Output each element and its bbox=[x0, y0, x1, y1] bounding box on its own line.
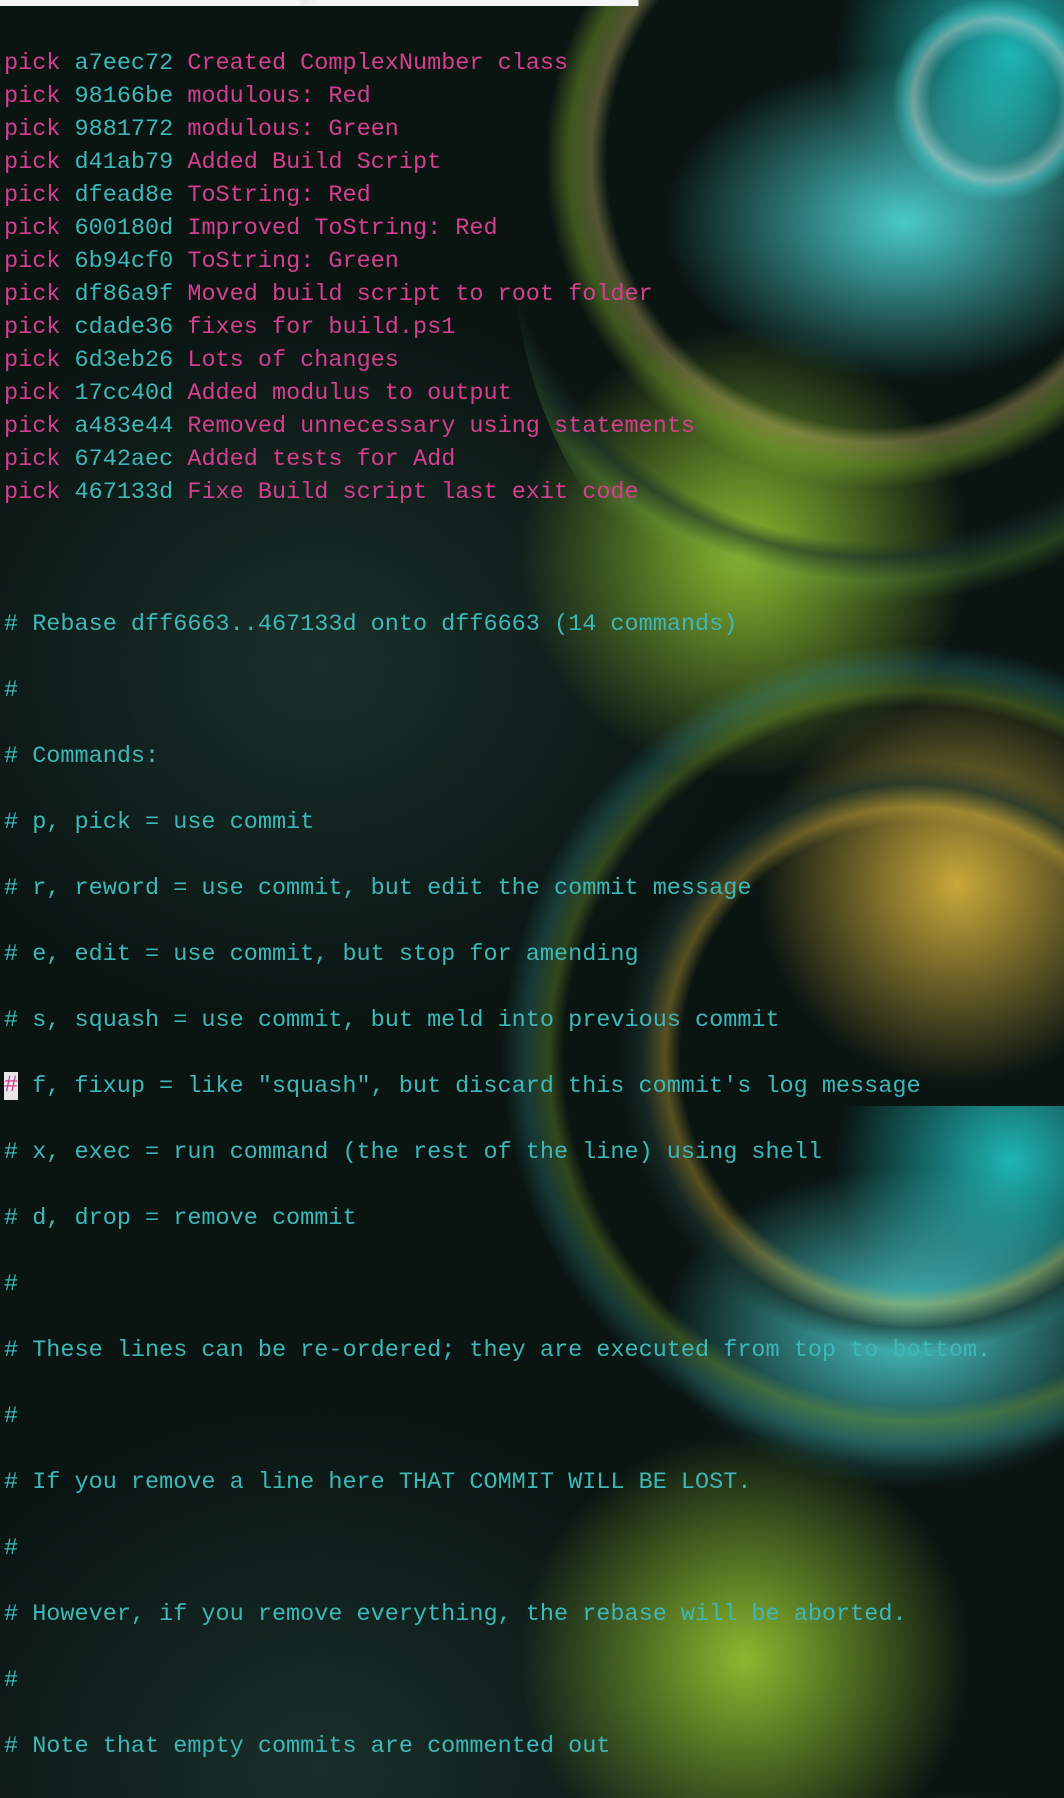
comment-hash: # bbox=[4, 1532, 1062, 1565]
text-cursor bbox=[4, 1072, 18, 1100]
commit-line[interactable]: pick 6742aec Added tests for Add bbox=[4, 443, 1062, 476]
rebase-action: pick bbox=[4, 182, 60, 209]
commit-line[interactable]: pick a483e44 Removed unnecessary using s… bbox=[4, 410, 1062, 443]
comment-edit: # e, edit = use commit, but stop for ame… bbox=[4, 938, 1062, 971]
rebase-action: pick bbox=[4, 149, 60, 176]
commit-line[interactable]: pick a7eec72 Created ComplexNumber class bbox=[4, 47, 1062, 80]
rebase-action: pick bbox=[4, 413, 60, 440]
commit-message: modulous: Red bbox=[173, 83, 370, 110]
commit-line[interactable]: pick 6b94cf0 ToString: Green bbox=[4, 245, 1062, 278]
commit-hash: a483e44 bbox=[60, 413, 173, 440]
comment-rebase-header: # Rebase dff6663..467133d onto dff6663 (… bbox=[4, 608, 1062, 641]
comment-reorder: # These lines can be re-ordered; they ar… bbox=[4, 1334, 1062, 1367]
commit-message: ToString: Red bbox=[173, 182, 370, 209]
comment-drop: # d, drop = remove commit bbox=[4, 1202, 1062, 1235]
commit-hash: 6742aec bbox=[60, 446, 173, 473]
commit-hash: 17cc40d bbox=[60, 380, 173, 407]
commit-line[interactable]: pick 6d3eb26 Lots of changes bbox=[4, 344, 1062, 377]
commit-hash: 6b94cf0 bbox=[60, 248, 173, 275]
rebase-action: pick bbox=[4, 479, 60, 506]
commit-line[interactable]: pick df86a9f Moved build script to root … bbox=[4, 278, 1062, 311]
commit-message: Lots of changes bbox=[173, 347, 399, 374]
rebase-action: pick bbox=[4, 116, 60, 143]
commit-line[interactable]: pick dfead8e ToString: Red bbox=[4, 179, 1062, 212]
comment-hash: # bbox=[4, 674, 1062, 707]
rebase-action: pick bbox=[4, 446, 60, 473]
rebase-editor[interactable]: pick a7eec72 Created ComplexNumber class… bbox=[0, 0, 1064, 1798]
commit-line[interactable]: pick 98166be modulous: Red bbox=[4, 80, 1062, 113]
commit-hash: 6d3eb26 bbox=[60, 347, 173, 374]
comment-hash: # bbox=[4, 1268, 1062, 1301]
commit-message: Added tests for Add bbox=[173, 446, 455, 473]
comment-remove-line: # If you remove a line here THAT COMMIT … bbox=[4, 1466, 1062, 1499]
commit-line[interactable]: pick d41ab79 Added Build Script bbox=[4, 146, 1062, 179]
commit-message: Created ComplexNumber class bbox=[173, 50, 568, 77]
commit-line[interactable]: pick 467133d Fixe Build script last exit… bbox=[4, 476, 1062, 509]
comment-reword: # r, reword = use commit, but edit the c… bbox=[4, 872, 1062, 905]
commit-hash: 467133d bbox=[60, 479, 173, 506]
comment-fixup-cursor-line: f, fixup = like "squash", but discard th… bbox=[4, 1070, 1062, 1103]
rebase-action: pick bbox=[4, 248, 60, 275]
commit-hash: cdade36 bbox=[60, 314, 173, 341]
commit-line[interactable]: pick 600180d Improved ToString: Red bbox=[4, 212, 1062, 245]
commit-message: Improved ToString: Red bbox=[173, 215, 497, 242]
comment-hash: # bbox=[4, 1664, 1062, 1697]
comment-empty: # Note that empty commits are commented … bbox=[4, 1730, 1062, 1763]
commit-message: ToString: Green bbox=[173, 248, 399, 275]
comment-hash: # bbox=[4, 1400, 1062, 1433]
commit-hash: 600180d bbox=[60, 215, 173, 242]
rebase-action: pick bbox=[4, 83, 60, 110]
commit-message: Added Build Script bbox=[173, 149, 441, 176]
rebase-action: pick bbox=[4, 314, 60, 341]
comment-commands-label: # Commands: bbox=[4, 740, 1062, 773]
comment-remove-all: # However, if you remove everything, the… bbox=[4, 1598, 1062, 1631]
commit-hash: df86a9f bbox=[60, 281, 173, 308]
comment-squash: # s, squash = use commit, but meld into … bbox=[4, 1004, 1062, 1037]
commit-hash: 98166be bbox=[60, 83, 173, 110]
comment-pick: # p, pick = use commit bbox=[4, 806, 1062, 839]
rebase-action: pick bbox=[4, 347, 60, 374]
commit-hash: d41ab79 bbox=[60, 149, 173, 176]
commit-hash: 9881772 bbox=[60, 116, 173, 143]
rebase-action: pick bbox=[4, 380, 60, 407]
commit-message: Removed unnecessary using statements bbox=[173, 413, 695, 440]
rebase-action: pick bbox=[4, 215, 60, 242]
commit-message: Added modulus to output bbox=[173, 380, 511, 407]
comment-exec: # x, exec = run command (the rest of the… bbox=[4, 1136, 1062, 1169]
commit-hash: dfead8e bbox=[60, 182, 173, 209]
commit-line[interactable]: pick 9881772 modulous: Green bbox=[4, 113, 1062, 146]
commit-message: Fixe Build script last exit code bbox=[173, 479, 638, 506]
blank-line bbox=[4, 542, 1062, 575]
commit-line[interactable]: pick 17cc40d Added modulus to output bbox=[4, 377, 1062, 410]
commit-line[interactable]: pick cdade36 fixes for build.ps1 bbox=[4, 311, 1062, 344]
commit-message: fixes for build.ps1 bbox=[173, 314, 455, 341]
rebase-action: pick bbox=[4, 281, 60, 308]
rebase-action: pick bbox=[4, 50, 60, 77]
commit-hash: a7eec72 bbox=[60, 50, 173, 77]
commit-message: Moved build script to root folder bbox=[173, 281, 652, 308]
commit-message: modulous: Green bbox=[173, 116, 399, 143]
